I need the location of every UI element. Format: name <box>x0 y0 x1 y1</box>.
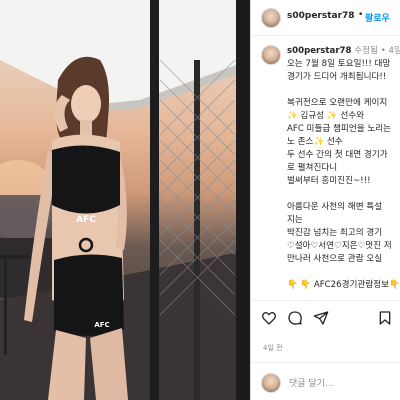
caption-line: AFC 미들급 챔피언을 노리는 <box>287 124 392 134</box>
comment-icon[interactable] <box>287 310 303 326</box>
comment-input[interactable]: 댓글 달기... <box>289 376 334 389</box>
caption-line <box>287 188 400 201</box>
uniform-logo-top: AFC <box>76 215 96 225</box>
caption-separator: • <box>380 46 386 56</box>
heart-icon[interactable] <box>261 310 277 326</box>
caption-line: 박진감 넘치는 최고의 경기 <box>287 228 383 238</box>
bookmark-icon[interactable] <box>377 310 393 326</box>
post-details-panel: s00perstar78 • 팔로우 s00perstar78 수정됨 • 4일… <box>250 0 400 400</box>
caption-area: s00perstar78 수정됨 • 4일 오는 7월 8일 토요일!!! 대망… <box>251 36 400 300</box>
share-icon[interactable] <box>313 310 329 326</box>
caption-line: 지는 <box>287 215 303 225</box>
caption-line <box>287 266 400 279</box>
action-bar <box>251 300 400 334</box>
uniform-logo-bottom: AFC <box>94 321 109 329</box>
comment-bar: 댓글 달기... <box>251 362 400 400</box>
viewer-avatar <box>261 373 281 393</box>
author-username[interactable]: s00perstar78 <box>287 11 355 21</box>
post-photo-illustration: AFC AFC <box>0 0 250 400</box>
post-header: s00perstar78 • 팔로우 <box>251 0 400 36</box>
author-avatar[interactable] <box>261 8 281 28</box>
follow-button[interactable]: 팔로우 <box>365 11 390 24</box>
caption-author-avatar[interactable] <box>261 45 281 65</box>
caption-line: 아름다운 사천의 해변 특설 <box>287 202 383 212</box>
post-timestamp: 4일 전 <box>263 344 283 352</box>
post-age: 4일 <box>388 46 400 56</box>
caption-line: 벌써부터 흥미진진~!!! <box>287 176 371 186</box>
caption-line: 경기가 드디어 개최됩니다!! <box>287 72 387 82</box>
caption-line: ♡설아♡서연♡지은♡멋진 저 <box>287 241 392 251</box>
caption-text: s00perstar78 수정됨 • 4일 오는 7월 8일 토요일!!! 대망… <box>287 45 400 300</box>
caption-line: 👇 👇 AFC26경기관람정보👇 <box>287 280 400 290</box>
edited-label: 수정됨 <box>354 46 378 56</box>
post-photo[interactable]: AFC AFC <box>0 0 250 400</box>
caption-line: 만나러 사천으로 관람 오실 <box>287 254 383 264</box>
caption-line <box>287 292 400 300</box>
header-separator: • <box>358 10 364 20</box>
caption-line: 두 선수 간의 첫 대면 경기가 <box>287 150 388 160</box>
caption-author-username[interactable]: s00perstar78 <box>287 46 352 56</box>
caption-line: 복귀전으로 오랜만에 케이지 <box>287 98 388 108</box>
caption-line: ✨ 김규성 ✨ 선수와 <box>287 111 365 121</box>
caption-meta-line: s00perstar78 수정됨 • 4일 <box>287 45 400 58</box>
caption-line: 오는 7월 8일 토요일!!! 대망 <box>287 59 391 69</box>
caption-line: 로 펼쳐진다니 <box>287 163 338 173</box>
caption-body: 오는 7월 8일 토요일!!! 대망경기가 드디어 개최됩니다!! 복귀전으로 오… <box>287 58 400 300</box>
caption-line <box>287 84 400 97</box>
caption-line: 노 존스✨ 선수 <box>287 137 343 147</box>
